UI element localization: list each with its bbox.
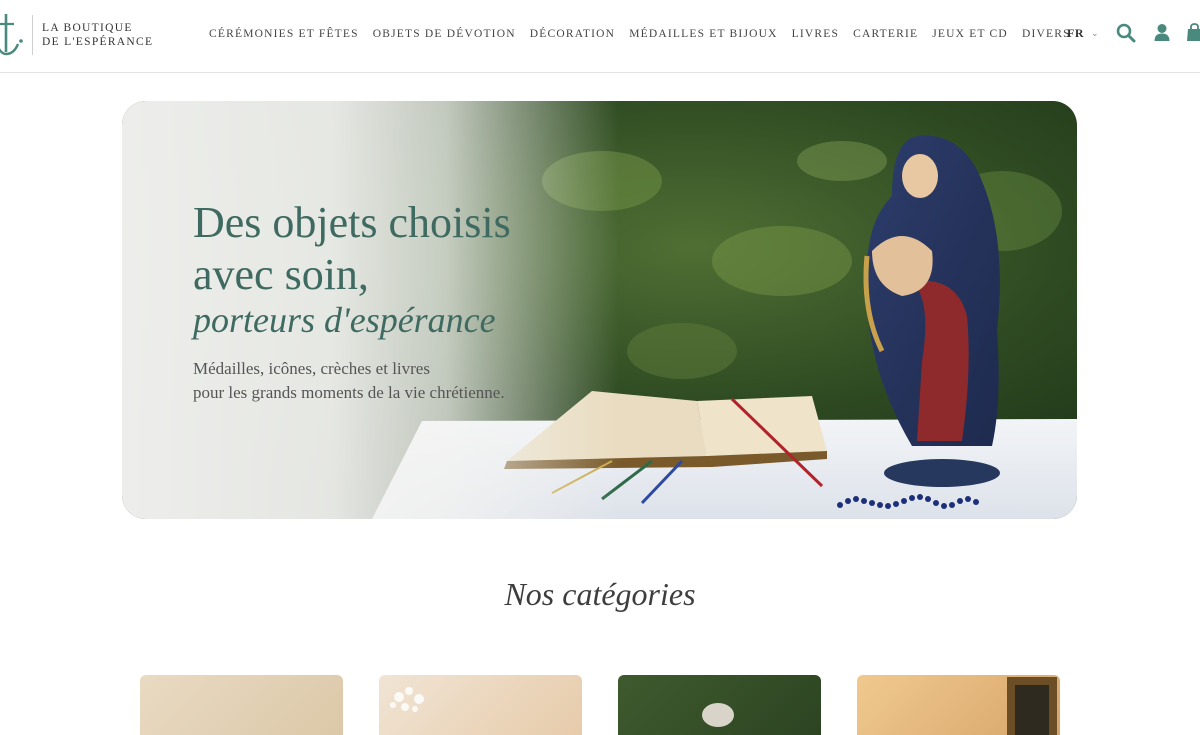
cart-icon[interactable] xyxy=(1187,23,1200,43)
nav-item-cards[interactable]: CARTERIE xyxy=(853,28,918,40)
hero-title: Des objets choisis avec soin, xyxy=(193,197,511,301)
hero-subtitle: Médailles, icônes, crèches et livres pou… xyxy=(193,357,505,405)
main-nav: CÉRÉMONIES ET FÊTES OBJETS DE DÉVOTION D… xyxy=(209,0,1071,68)
brand-name: LA BOUTIQUE DE L'ESPÉRANCE xyxy=(42,21,153,49)
hero-subtitle-line2: pour les grands moments de la vie chréti… xyxy=(193,383,505,402)
anchor-cross-icon xyxy=(0,14,23,56)
account-icon[interactable] xyxy=(1154,23,1170,43)
nav-item-books[interactable]: LIVRES xyxy=(792,28,839,40)
chevron-down-icon: ⌄ xyxy=(1091,28,1100,38)
category-card-4[interactable] xyxy=(857,675,1060,735)
language-label: FR xyxy=(1067,26,1084,40)
logo-divider xyxy=(32,15,33,55)
category-card-2[interactable] xyxy=(379,675,582,735)
flowers-image xyxy=(390,687,424,712)
brand-name-line2: DE L'ESPÉRANCE xyxy=(42,36,154,48)
search-icon[interactable] xyxy=(1116,23,1136,43)
hero-banner: Des objets choisis avec soin, porteurs d… xyxy=(122,101,1077,519)
brand-name-line1: LA BOUTIQUE xyxy=(42,22,133,34)
statue-image xyxy=(702,703,734,727)
nav-item-ceremonies[interactable]: CÉRÉMONIES ET FÊTES xyxy=(209,28,359,40)
hero-subtitle-line1: Médailles, icônes, crèches et livres xyxy=(193,359,430,378)
nav-item-medals-jewelry[interactable]: MÉDAILLES ET BIJOUX xyxy=(629,28,777,40)
category-card-1[interactable] xyxy=(140,675,343,735)
nav-item-games-cd[interactable]: JEUX ET CD xyxy=(932,28,1008,40)
hero-tagline: porteurs d'espérance xyxy=(193,300,496,340)
categories-heading: Nos catégories xyxy=(504,576,696,612)
frame-image xyxy=(1007,677,1057,735)
site-header: LA BOUTIQUE DE L'ESPÉRANCE CÉRÉMONIES ET… xyxy=(0,0,1200,73)
category-card-3[interactable] xyxy=(618,675,821,735)
nav-item-misc[interactable]: DIVERS xyxy=(1022,28,1071,40)
hero-title-line1: Des objets choisis xyxy=(193,198,511,247)
nav-item-devotion[interactable]: OBJETS DE DÉVOTION xyxy=(373,28,516,40)
language-selector[interactable]: FR ⌄ xyxy=(1067,26,1099,41)
nav-item-decoration[interactable]: DÉCORATION xyxy=(530,28,615,40)
brand-logo[interactable]: LA BOUTIQUE DE L'ESPÉRANCE xyxy=(0,12,153,58)
hero-title-line2: avec soin, xyxy=(193,250,369,299)
